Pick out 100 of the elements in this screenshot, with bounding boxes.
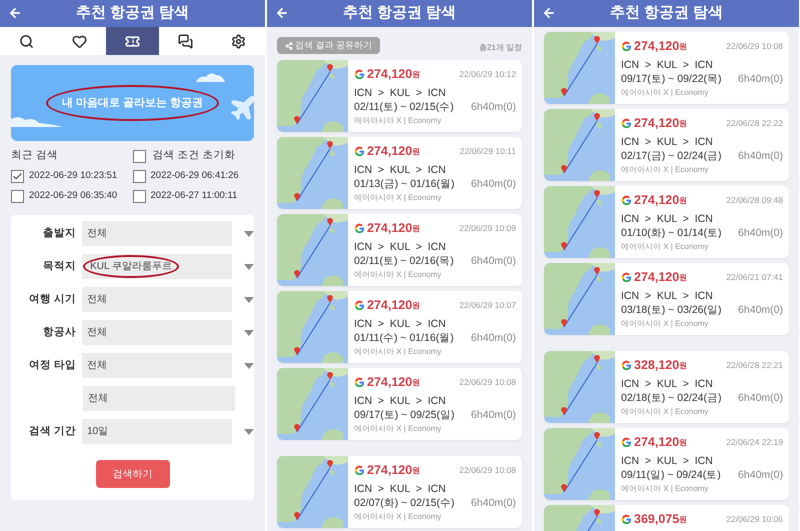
airline-class: 에어아시아 X | Economy	[354, 114, 442, 127]
currency: 원	[412, 146, 420, 158]
flight-result-card[interactable]: 369,075원 22/06/29 10:06	[544, 505, 789, 531]
currency: 원	[679, 272, 688, 284]
select-field[interactable]: 전체	[82, 320, 232, 345]
field-value: 전체	[87, 359, 108, 373]
currency: 원	[679, 360, 688, 372]
price: 274,120	[367, 220, 412, 237]
currency: 원	[412, 69, 420, 82]
route-text: ICN > KUL > ICN	[354, 86, 447, 100]
airline-class: 에어아시아 X | Economy	[354, 192, 442, 204]
google-logo-icon	[621, 272, 632, 283]
route-map-thumbnail	[277, 60, 348, 132]
heart-icon	[72, 34, 87, 48]
price: 369,075	[634, 511, 680, 528]
airline-class: 에어아시아 X | Economy	[354, 268, 442, 281]
airline-class: 에어아시아 X | Economy	[621, 240, 710, 253]
checkbox[interactable]	[11, 190, 24, 202]
currency: 원	[679, 195, 688, 208]
reset-label: 검색 조건 초기화	[152, 148, 236, 164]
flight-result-card[interactable]: 274,120원 22/06/29 10:08 ICN > KUL > ICN 02/07(화) ~ 02/15(수) 6h40m(0) 에어아시아 X | Economy	[277, 456, 522, 528]
flight-result-card[interactable]: 274,120원 22/06/29 10:11 ICN > KUL > ICN 01/13(금) ~ 01/16(월) 6h40m(0) 에어아시아 X | Economy	[277, 137, 522, 209]
back-button[interactable]	[8, 6, 22, 20]
select-field[interactable]: 전체	[82, 287, 232, 312]
field-value: 10일	[87, 425, 108, 439]
route-map-thumbnail	[544, 428, 615, 500]
airline-class: 에어아시아 X | Economy	[354, 346, 442, 358]
currency: 원	[412, 300, 420, 312]
select-field[interactable]: KUL 쿠알라룸푸르	[82, 254, 232, 279]
google-logo-icon	[621, 118, 632, 129]
google-logo-icon	[621, 436, 632, 448]
flight-result-card[interactable]: 328,120원 22/06/28 22:21 ICN > KUL > ICN 02/18(토) ~ 02/24(금) 6h40m(0) 에어아시아 X | Economy	[544, 351, 789, 423]
travel-dates: 02/18(토) ~ 02/24(금)	[621, 390, 722, 405]
route-text: ICN > KUL > ICN	[354, 394, 447, 408]
field-value: 전체	[87, 326, 108, 340]
google-logo-icon	[621, 360, 632, 371]
flight-duration: 6h40m(0)	[738, 72, 783, 86]
saved-time: 22/06/28 22:21	[726, 359, 783, 372]
saved-time: 22/06/29 10:09	[459, 222, 516, 235]
field-value: 전체	[87, 293, 108, 307]
flight-result-card[interactable]: 274,120원 22/06/28 22:22 ICN > KUL > ICN 02/17(금) ~ 02/24(금) 6h40m(0) 에어아시아 X | Economy	[544, 109, 789, 181]
flight-result-card[interactable]: 274,120원 22/06/29 10:08 ICN > KUL > ICN 09/17(토) ~ 09/22(목) 6h40m(0) 에어아시아 X | Economy	[544, 32, 789, 104]
dropdown-caret-icon[interactable]	[244, 362, 254, 368]
flight-duration: 6h40m(0)	[471, 496, 516, 510]
price: 274,120	[367, 462, 412, 479]
select-field[interactable]: 전체	[82, 221, 232, 246]
travel-dates: 02/11(토) ~ 02/16(목)	[354, 254, 454, 268]
back-button[interactable]	[275, 6, 289, 20]
flight-result-card[interactable]: 274,120원 22/06/21 07:41 ICN > KUL > ICN 03/18(토) ~ 03/26(일) 6h40m(0) 에어아시아 X | Economy	[544, 263, 789, 335]
dropdown-caret-icon[interactable]	[244, 264, 254, 270]
currency: 원	[679, 514, 688, 526]
flight-duration: 6h40m(0)	[471, 100, 516, 114]
checkbox[interactable]	[132, 170, 146, 182]
flight-result-card[interactable]: 274,120원 22/06/29 10:07 ICN > KUL > ICN 01/11(수) ~ 01/16(월) 6h40m(0) 에어아시아 X | Economy	[277, 291, 522, 363]
dropdown-caret-icon[interactable]	[244, 230, 254, 236]
saved-time: 22/06/29 10:12	[459, 68, 516, 81]
travel-dates: 02/17(금) ~ 02/24(금)	[621, 148, 722, 163]
flight-duration: 6h40m(0)	[738, 226, 783, 240]
plane-icon	[228, 93, 254, 123]
checkbox[interactable]	[11, 170, 24, 182]
route-map-thumbnail	[277, 214, 348, 286]
cloud-drawing	[194, 71, 226, 82]
price: 274,120	[367, 143, 412, 160]
currency: 원	[412, 377, 420, 390]
dropdown-caret-icon[interactable]	[244, 296, 254, 302]
saved-time: 22/06/28 09:48	[726, 194, 783, 207]
price: 274,120	[634, 38, 680, 55]
checkbox[interactable]	[132, 150, 146, 162]
route-text: ICN > KUL > ICN	[354, 316, 447, 331]
cloud-drawing	[11, 115, 63, 127]
select-field[interactable]: 10일	[82, 419, 232, 444]
header-title: 추천 항공권 탐색	[342, 3, 456, 24]
banner-title: 내 마음대로 골라보는 항공권	[46, 84, 220, 122]
route-map-thumbnail	[544, 109, 615, 181]
flight-result-card[interactable]: 274,120원 22/06/24 22:19 ICN > KUL > ICN 09/11(일) ~ 09/24(토) 6h40m(0) 에어아시아 X | Economy	[544, 428, 789, 500]
nav-tab[interactable]	[106, 27, 159, 55]
flight-result-card[interactable]: 274,120원 22/06/29 10:09 ICN > KUL > ICN 02/11(토) ~ 02/16(목) 6h40m(0) 에어아시아 X | Economy	[277, 214, 522, 286]
select-field[interactable]: 전체	[82, 353, 232, 378]
google-logo-icon	[354, 68, 365, 80]
search-icon	[19, 34, 34, 48]
text-field[interactable]: 전체	[83, 386, 235, 411]
field-label: 출발지	[43, 226, 76, 241]
header-title: 추천 항공권 탐색	[610, 3, 724, 24]
checkbox[interactable]	[132, 190, 146, 202]
flight-result-card[interactable]: 274,120원 22/06/28 09:48 ICN > KUL > ICN 01/10(화) ~ 01/14(토) 6h40m(0) 에어아시아 X | Economy	[544, 186, 789, 258]
airline-class: 에어아시아 X | Economy	[621, 164, 710, 176]
flight-result-card[interactable]: 274,120원 22/06/29 10:08 ICN > KUL > ICN 09/17(토) ~ 09/25(일) 6h40m(0) 에어아시아 X | Economy	[277, 368, 522, 440]
saved-time: 22/06/29 10:07	[459, 299, 516, 312]
header-title: 추천 항공권 탐색	[76, 3, 190, 24]
price: 274,120	[634, 115, 680, 132]
field-value: 전체	[88, 392, 108, 406]
route-text: ICN > KUL > ICN	[621, 288, 714, 303]
dropdown-caret-icon[interactable]	[244, 428, 254, 434]
field-value: 전체	[87, 227, 108, 241]
currency: 원	[679, 41, 688, 54]
flight-result-card[interactable]: 274,120원 22/06/29 10:12 ICN > KUL > ICN 02/11(토) ~ 02/15(수) 6h40m(0) 에어아시아 X | Economy	[277, 60, 522, 132]
back-button[interactable]	[542, 6, 556, 20]
field-label: 검색 기간	[29, 424, 76, 439]
recent-search-time: 2022-06-27 11:00:11	[150, 188, 238, 203]
dropdown-caret-icon[interactable]	[244, 330, 254, 336]
